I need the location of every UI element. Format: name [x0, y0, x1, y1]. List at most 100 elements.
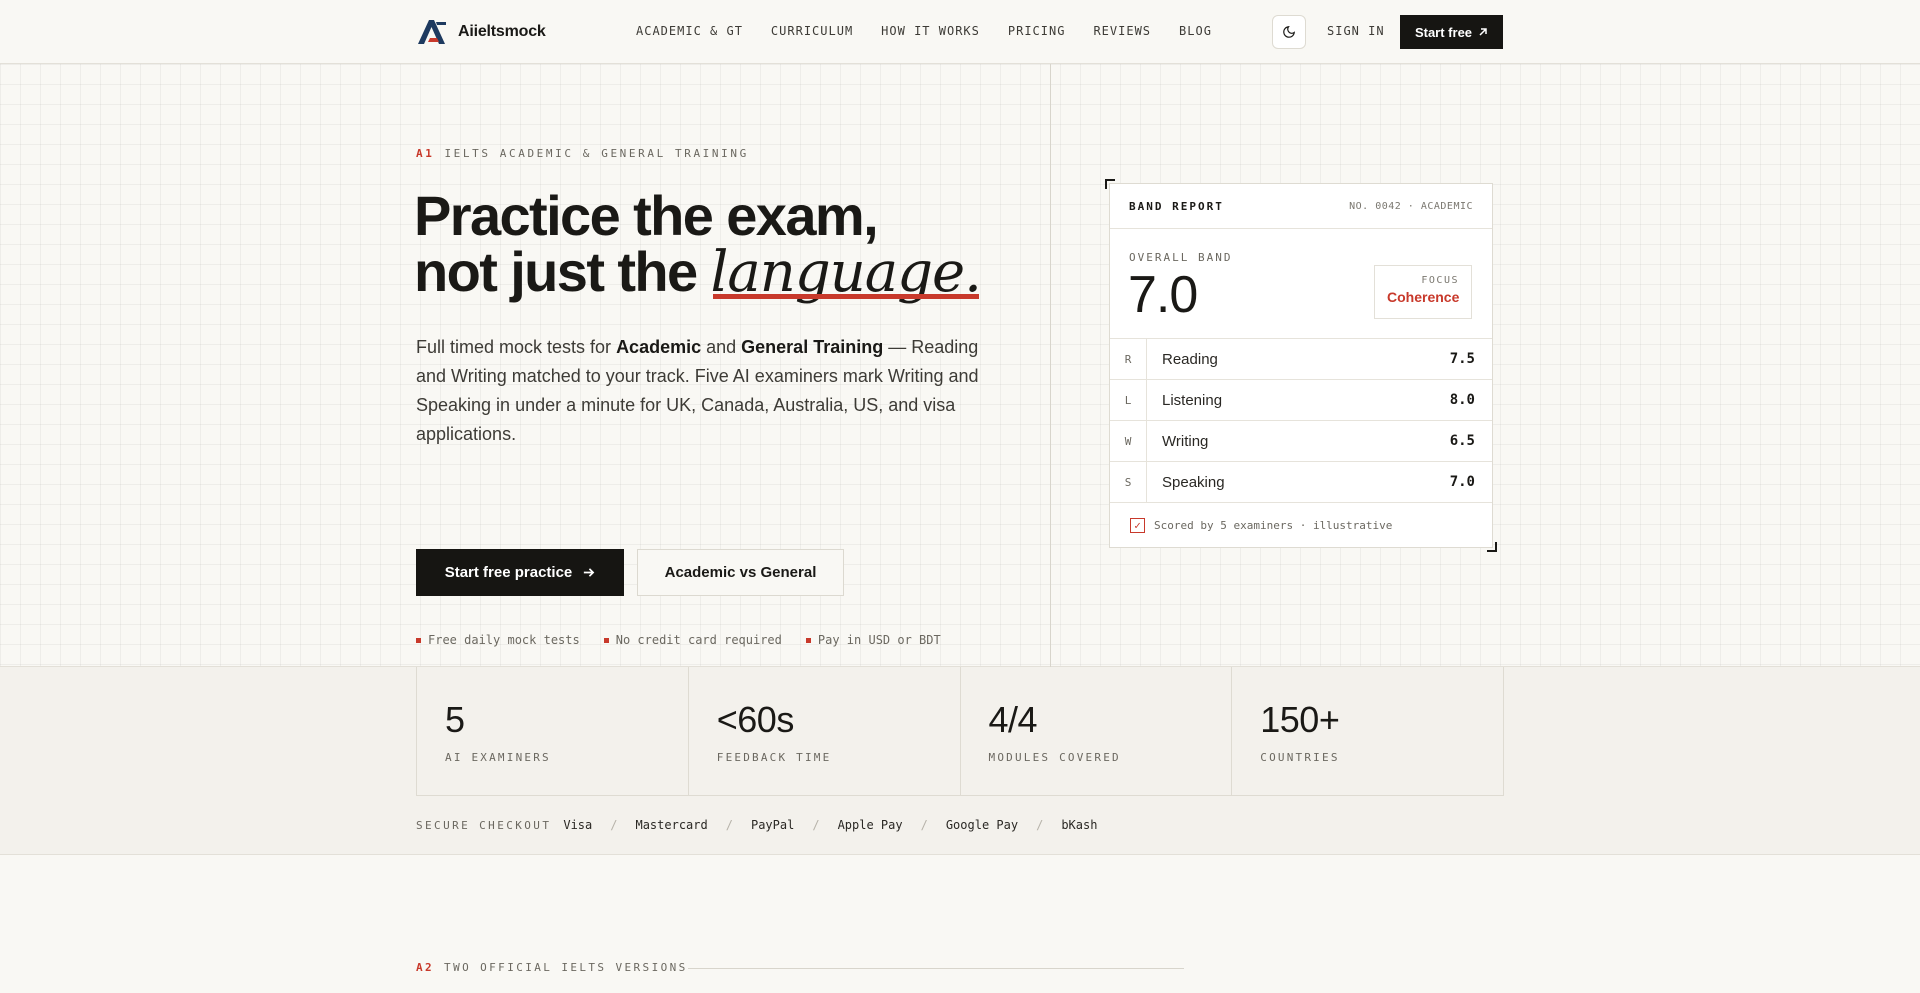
nav-academic-gt[interactable]: ACADEMIC & GT	[636, 24, 743, 38]
score-name: Reading	[1162, 350, 1218, 368]
card-footer: ✓ Scored by 5 examiners · illustrative	[1110, 503, 1492, 547]
hero-lead: Full timed mock tests for Academic and G…	[416, 333, 1006, 449]
section-rule	[688, 968, 1184, 969]
perk-text: No credit card required	[615, 633, 782, 647]
hero-headline: Practice the exam, not just the language…	[414, 188, 982, 305]
card-corner	[1105, 179, 1115, 189]
score-code: R	[1110, 338, 1147, 380]
payment-method: Visa	[563, 818, 593, 832]
nav-reviews[interactable]: REVIEWS	[1093, 24, 1151, 38]
card-header: BAND REPORT NO. 0042 · ACADEMIC	[1110, 184, 1492, 229]
eyebrow-text: IELTS ACADEMIC & GENERAL TRAINING	[444, 147, 749, 160]
brand-logo[interactable]: Aiieltsmock	[416, 16, 546, 48]
stat-value: <60s	[716, 699, 795, 740]
separator: /	[1036, 818, 1044, 832]
bullet-square-icon	[416, 637, 421, 643]
perks-list: Free daily mock tests No credit card req…	[416, 633, 941, 647]
score-row-speaking: S Speaking 7.0	[1110, 461, 1492, 503]
nav-curriculum[interactable]: CURRICULUM	[771, 24, 853, 38]
score-code: L	[1110, 379, 1147, 421]
logo-mark-icon	[418, 20, 446, 44]
perk-text: Free daily mock tests	[428, 633, 580, 647]
start-free-button[interactable]: Start free	[1400, 15, 1503, 49]
stat-value: 150+	[1260, 699, 1340, 740]
lead-bold-general: General Training	[741, 337, 884, 357]
stat-examiners: 5 AI EXAMINERS	[417, 667, 689, 795]
checkout-label: SECURE CHECKOUT	[416, 818, 552, 832]
theme-toggle-button[interactable]	[1272, 15, 1306, 49]
focus-value: Coherence	[1387, 289, 1460, 305]
overall-band: OVERALL BAND 7.0 FOCUS Coherence	[1110, 229, 1492, 339]
card-title: BAND REPORT	[1129, 199, 1224, 213]
stat-label: MODULES COVERED	[988, 751, 1121, 764]
secure-checkout: SECURE CHECKOUT Visa / Mastercard / PayP…	[416, 818, 1097, 832]
card-corner	[1487, 542, 1497, 552]
hero-section: A1 IELTS ACADEMIC & GENERAL TRAINING Prac…	[0, 64, 1920, 667]
stats-section: 5 AI EXAMINERS <60s FEEDBACK TIME 4/4 MO…	[0, 667, 1920, 855]
focus-label: FOCUS	[1421, 275, 1459, 286]
academic-vs-general-button[interactable]: Academic vs General	[637, 549, 844, 596]
payment-method: PayPal	[750, 818, 795, 832]
separator: /	[610, 818, 618, 832]
overall-label: OVERALL BAND	[1129, 251, 1233, 264]
start-free-label: Start free	[1414, 24, 1473, 40]
arrow-right-icon	[584, 568, 595, 577]
section-code: A2	[416, 961, 435, 974]
section-heading-a2: A2 TWO OFFICIAL IELTS VERSIONS	[416, 961, 688, 974]
score-value: 6.5	[1449, 433, 1475, 449]
stats-grid: 5 AI EXAMINERS <60s FEEDBACK TIME 4/4 MO…	[416, 667, 1504, 796]
score-row-writing: W Writing 6.5	[1110, 420, 1492, 462]
stat-label: COUNTRIES	[1260, 751, 1340, 764]
start-free-practice-button[interactable]: Start free practice	[416, 549, 624, 596]
cta-secondary-label: Academic vs General	[664, 564, 817, 581]
headline-emphasis: language.	[710, 240, 982, 305]
headline-line2: not just the	[414, 240, 711, 303]
stat-value: 4/4	[988, 699, 1038, 740]
score-value: 8.0	[1449, 392, 1475, 408]
stat-feedback-time: <60s FEEDBACK TIME	[689, 667, 961, 795]
score-row-reading: R Reading 7.5	[1110, 338, 1492, 380]
band-report-card: BAND REPORT NO. 0042 · ACADEMIC OVERALL …	[1105, 179, 1497, 552]
cta-primary-label: Start free practice	[444, 564, 573, 581]
nav-blog[interactable]: BLOG	[1179, 24, 1212, 38]
stat-countries: 150+ COUNTRIES	[1232, 667, 1503, 795]
payment-method: bKash	[1061, 818, 1098, 832]
overall-value: 7.0	[1128, 266, 1198, 324]
score-code: W	[1110, 420, 1147, 462]
stat-value: 5	[445, 699, 465, 740]
nav-pricing[interactable]: PRICING	[1008, 24, 1066, 38]
sign-in-link[interactable]: SIGN IN	[1327, 24, 1385, 38]
perk-item: Free daily mock tests	[416, 633, 580, 647]
score-value: 7.5	[1449, 351, 1475, 367]
payment-method: Apple Pay	[837, 818, 903, 832]
card-footer-text: Scored by 5 examiners · illustrative	[1154, 518, 1393, 532]
hero-divider	[1050, 64, 1051, 667]
stat-modules: 4/4 MODULES COVERED	[961, 667, 1233, 795]
perk-item: No credit card required	[603, 633, 782, 647]
score-value: 7.0	[1449, 474, 1475, 490]
stat-label: AI EXAMINERS	[445, 751, 551, 764]
lead-text-2: and	[701, 337, 742, 357]
payment-method: Google Pay	[945, 818, 1019, 832]
bullet-square-icon	[805, 637, 811, 643]
separator: /	[725, 818, 733, 832]
score-code: S	[1110, 461, 1147, 503]
headline-line1: Practice the exam,	[414, 184, 879, 247]
brand-name: Aiieltsmock	[458, 23, 546, 40]
section-title: TWO OFFICIAL IELTS VERSIONS	[444, 961, 688, 974]
score-row-listening: L Listening 8.0	[1110, 379, 1492, 421]
hero-eyebrow: A1 IELTS ACADEMIC & GENERAL TRAINING	[416, 147, 749, 160]
perk-item: Pay in USD or BDT	[805, 633, 941, 647]
section-code: A1	[416, 147, 435, 160]
bullet-square-icon	[603, 637, 609, 643]
separator: /	[920, 818, 928, 832]
score-name: Writing	[1162, 432, 1209, 450]
lead-bold-academic: Academic	[616, 337, 702, 357]
main-nav: ACADEMIC & GT CURRICULUM HOW IT WORKS PR…	[636, 24, 1212, 38]
moon-icon	[1283, 26, 1295, 38]
focus-box: FOCUS Coherence	[1374, 265, 1472, 319]
arrow-up-right-icon	[1479, 28, 1487, 36]
perk-text: Pay in USD or BDT	[817, 633, 941, 647]
nav-how-it-works[interactable]: HOW IT WORKS	[881, 24, 980, 38]
card-number: NO. 0042 · ACADEMIC	[1349, 200, 1473, 212]
